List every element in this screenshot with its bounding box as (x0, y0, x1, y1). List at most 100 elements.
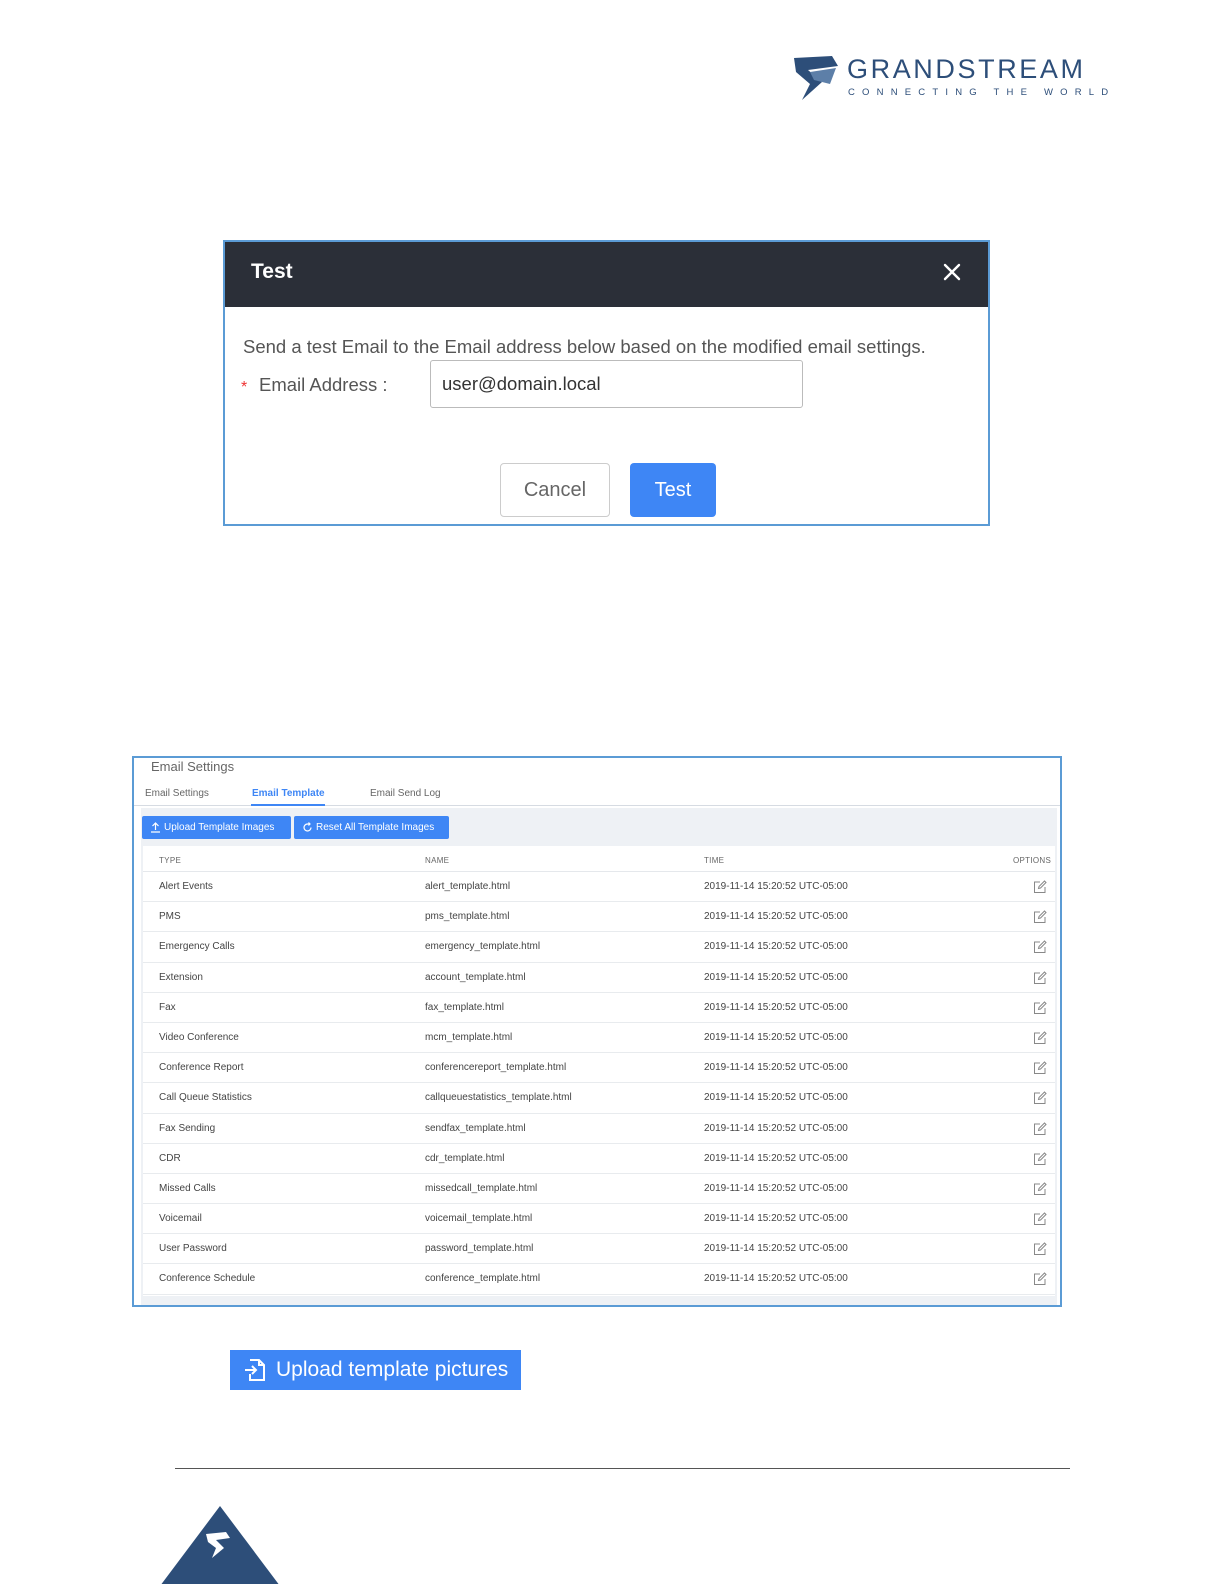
table-row: Fax fax_template.html 2019-11-14 15:20:52 … (143, 993, 1055, 1023)
edit-icon[interactable] (1033, 1212, 1047, 1226)
edit-icon[interactable] (1033, 970, 1047, 985)
cell-name: sendfax_template.html (425, 1122, 526, 1134)
active-tab-indicator (251, 804, 325, 806)
cell-name: conference_template.html (425, 1273, 541, 1285)
table-row: Fax Sending sendfax_template.html 2019-11-… (143, 1114, 1055, 1144)
cell-type: Conference Schedule (159, 1273, 256, 1285)
cell-time: 2019-11-14 15:20:52 UTC-05:00 (704, 1001, 848, 1013)
cell-name: missedcall_template.html (425, 1182, 538, 1194)
reset-template-images-button[interactable]: Reset All Template Images (294, 816, 449, 839)
edit-icon[interactable] (1033, 910, 1047, 924)
column-header-type: TYPE (159, 856, 182, 865)
upload-template-pictures-label: Upload template pictures (276, 1358, 509, 1381)
upload-icon (151, 822, 160, 833)
column-header-time: TIME (704, 856, 725, 865)
cell-name: fax_template.html (425, 1001, 504, 1013)
test-button[interactable]: Test (630, 463, 716, 517)
email-address-input[interactable] (430, 360, 803, 408)
edit-icon[interactable] (1033, 1121, 1047, 1136)
file-import-icon (245, 1359, 265, 1381)
template-table: TYPE NAME TIME OPTIONS Alert Events alert… (143, 846, 1055, 1296)
grandstream-logo: GRANDSTREAM CONNECTING THE WORLD (792, 52, 1122, 104)
cell-time: 2019-11-14 15:20:52 UTC-05:00 (704, 1122, 848, 1134)
cell-type: Conference Report (159, 1062, 244, 1074)
cell-type: Extension (159, 971, 203, 983)
table-row: Voicemail voicemail_template.html 2019-11-… (143, 1204, 1055, 1235)
edit-icon[interactable] (1033, 1242, 1047, 1256)
tab-email-send-log[interactable]: Email Send Log (370, 788, 441, 799)
cancel-button[interactable]: Cancel (500, 463, 610, 517)
grandstream-logo-icon (794, 56, 838, 100)
table-row: Conference Schedule conference_template.h… (143, 1264, 1055, 1295)
table-row: Call Queue Statistics callqueuestatistics… (143, 1083, 1055, 1114)
cell-name: password_template.html (425, 1243, 534, 1255)
cell-type: Emergency Calls (159, 941, 235, 953)
cell-time: 2019-11-14 15:20:52 UTC-05:00 (704, 1062, 848, 1074)
cell-type: Fax Sending (159, 1122, 216, 1134)
cell-name: conferencereport_template.html (425, 1062, 567, 1074)
edit-icon[interactable] (1033, 880, 1047, 894)
panel-title: Email Settings (151, 759, 235, 774)
reset-template-images-label: Reset All Template Images (316, 822, 435, 833)
edit-icon[interactable] (1033, 1061, 1047, 1075)
cell-time: 2019-11-14 15:20:52 UTC-05:00 (704, 881, 848, 892)
footer-divider (175, 1468, 1070, 1469)
table-row: Alert Events alert_template.html 2019-11-1… (143, 872, 1055, 903)
cell-time: 2019-11-14 15:20:52 UTC-05:00 (704, 1031, 848, 1043)
edit-icon[interactable] (1033, 1272, 1047, 1286)
dialog-description: Send a test Email to the Email address b… (243, 336, 926, 357)
cell-type: Fax (159, 1001, 176, 1013)
cell-type: User Password (159, 1243, 227, 1255)
cell-time: 2019-11-14 15:20:52 UTC-05:00 (704, 971, 848, 983)
column-header-name: NAME (425, 856, 450, 865)
edit-icon[interactable] (1033, 1151, 1047, 1166)
cell-name: emergency_template.html (425, 941, 541, 953)
table-row: CDR cdr_template.html 2019-11-14 15:20:52 … (143, 1144, 1055, 1174)
table-body: Alert Events alert_template.html 2019-11-1… (143, 872, 1055, 1295)
table-row: Conference Report conferencereport_templa… (143, 1053, 1055, 1084)
cell-name: alert_template.html (425, 881, 511, 892)
cell-name: account_template.html (425, 971, 526, 983)
table-row: User Password password_template.html 2019-… (143, 1234, 1055, 1265)
edit-icon[interactable] (1033, 1091, 1047, 1105)
tab-email-settings[interactable]: Email Settings (145, 788, 209, 799)
table-row: PMS pms_template.html 2019-11-14 15:20:52 … (143, 902, 1055, 933)
required-marker: * (241, 379, 248, 396)
edit-icon[interactable] (1033, 940, 1047, 954)
cell-time: 2019-11-14 15:20:52 UTC-05:00 (704, 1273, 848, 1285)
cell-time: 2019-11-14 15:20:52 UTC-05:00 (704, 1243, 848, 1255)
upload-template-images-label: Upload Template Images (164, 822, 275, 833)
email-address-label: Email Address : (259, 374, 388, 395)
refresh-icon (303, 822, 312, 832)
email-settings-panel: Email Settings Email Settings Email Temp… (132, 756, 1062, 1307)
cell-type: Call Queue Statistics (159, 1092, 252, 1104)
tab-bar: Email Settings Email Template Email Send… (134, 786, 1060, 806)
close-icon[interactable] (942, 262, 962, 282)
template-content: Upload Template Images Reset All Templat… (141, 808, 1057, 1305)
cell-time: 2019-11-14 15:20:52 UTC-05:00 (704, 1092, 848, 1104)
edit-icon[interactable] (1033, 1001, 1047, 1015)
upload-template-pictures-button[interactable]: Upload template pictures (230, 1350, 521, 1390)
cell-time: 2019-11-14 15:20:52 UTC-05:00 (704, 941, 848, 953)
edit-icon[interactable] (1033, 1182, 1047, 1196)
edit-icon[interactable] (1033, 1031, 1047, 1045)
cell-type: Voicemail (159, 1213, 202, 1225)
cell-time: 2019-11-14 15:20:52 UTC-05:00 (704, 1152, 848, 1164)
test-email-dialog: Test Send a test Email to the Email addr… (223, 240, 990, 526)
cell-name: voicemail_template.html (425, 1213, 533, 1225)
dialog-header: Test (225, 242, 988, 307)
table-row: Video Conference mcm_template.html 2019-11… (143, 1023, 1055, 1054)
cell-name: pms_template.html (425, 911, 510, 923)
upload-template-images-button[interactable]: Upload Template Images (142, 816, 291, 839)
cell-type: Alert Events (159, 881, 213, 892)
table-row: Emergency Calls emergency_template.html 20… (143, 932, 1055, 963)
tab-email-template[interactable]: Email Template (252, 788, 325, 799)
table-row: Extension account_template.html 2019-11-14… (143, 963, 1055, 993)
dialog-title: Test (251, 260, 293, 283)
column-header-options: OPTIONS (1013, 856, 1052, 865)
cell-type: PMS (159, 911, 181, 923)
brand-tagline: CONNECTING THE WORLD (848, 87, 1116, 98)
cell-time: 2019-11-14 15:20:52 UTC-05:00 (704, 911, 848, 923)
cell-time: 2019-11-14 15:20:52 UTC-05:00 (704, 1182, 848, 1194)
brand-name: GRANDSTREAM (847, 54, 1086, 84)
